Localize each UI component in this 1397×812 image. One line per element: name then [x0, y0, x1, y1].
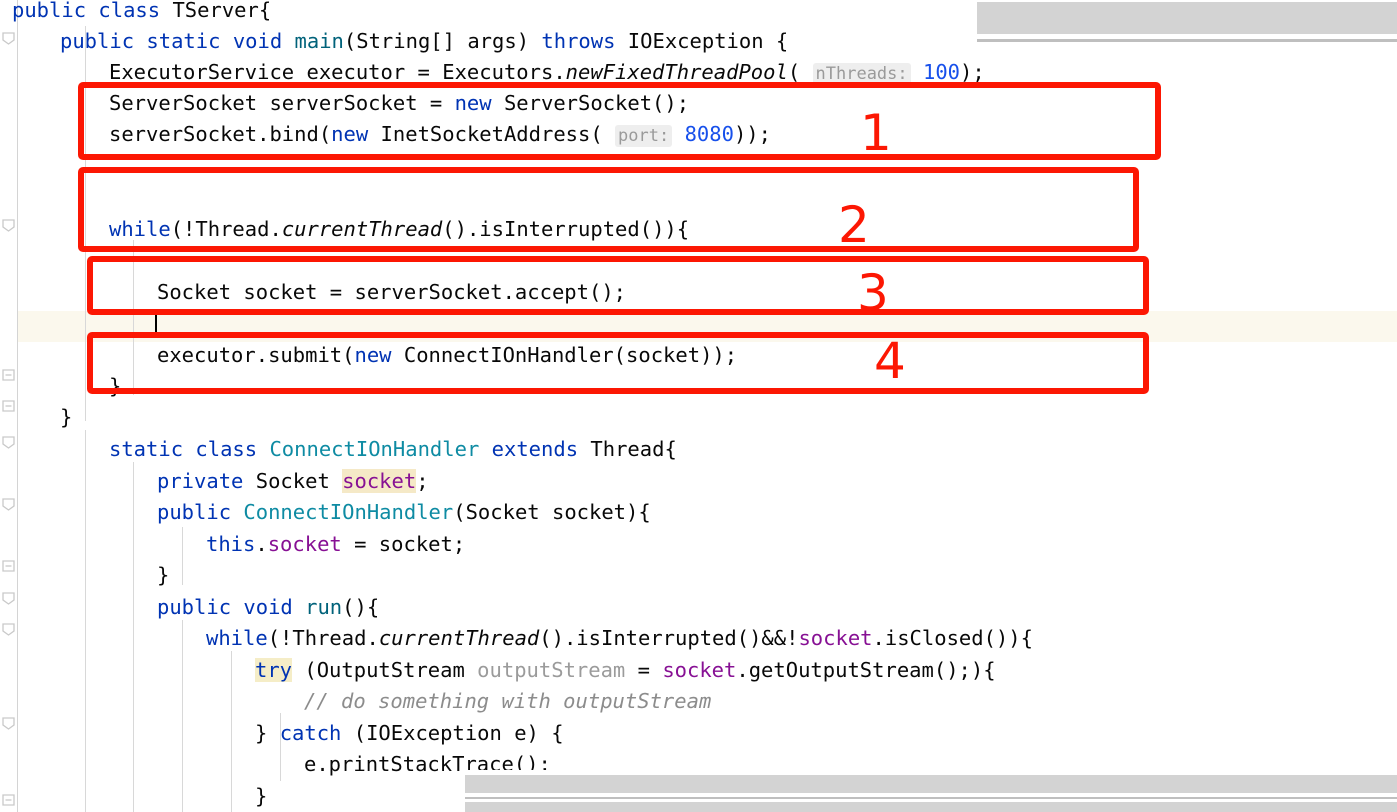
code-editor[interactable]: public class TServer{ public static void… — [0, 0, 1397, 812]
annotation-number-1: 1 — [860, 104, 892, 162]
code-line[interactable]: static class ConnectIOnHandler extends T… — [0, 434, 677, 465]
code-content[interactable]: public class TServer{ public static void… — [0, 0, 1397, 812]
code-line[interactable]: while(!Thread.currentThread().isInterrup… — [0, 214, 689, 245]
code-line[interactable]: while(!Thread.currentThread().isInterrup… — [0, 623, 1033, 654]
code-line[interactable]: ServerSocket serverSocket = new ServerSo… — [0, 88, 689, 119]
code-line[interactable]: } — [0, 402, 72, 433]
code-line[interactable]: } catch (IOException e) { — [0, 718, 564, 749]
bottom-popup-panel-second[interactable] — [465, 802, 1397, 812]
code-line[interactable]: this.socket = socket; — [0, 529, 465, 560]
code-line[interactable]: serverSocket.bind(new InetSocketAddress(… — [0, 119, 771, 150]
bottom-popup-panel[interactable] — [465, 775, 1397, 793]
code-line[interactable]: executor.submit(new ConnectIOnHandler(so… — [0, 340, 737, 371]
inlay-hint-nthreads: nThreads: — [812, 63, 911, 85]
code-line[interactable]: ExecutorService executor = Executors.new… — [0, 57, 985, 88]
top-popup-divider — [977, 39, 1397, 42]
code-line[interactable]: public class TServer{ — [0, 0, 271, 26]
inlay-hint-port: port: — [615, 125, 673, 147]
highlighted-keyword-try: try — [255, 658, 293, 682]
highlighted-identifier: socket — [342, 469, 417, 493]
annotation-number-4: 4 — [874, 332, 906, 390]
code-line[interactable]: } — [0, 781, 267, 812]
code-line[interactable]: public void run(){ — [0, 592, 379, 623]
top-popup-panel[interactable] — [977, 2, 1397, 34]
code-line[interactable]: public static void main(String[] args) t… — [0, 26, 788, 57]
code-line[interactable]: } — [0, 371, 121, 402]
annotation-number-2: 2 — [838, 196, 870, 254]
bottom-popup-divider — [465, 797, 1397, 799]
annotation-number-3: 3 — [857, 264, 889, 322]
code-line[interactable]: Socket socket = serverSocket.accept(); — [0, 277, 626, 308]
code-line[interactable]: try (OutputStream outputStream = socket.… — [0, 655, 996, 686]
code-line[interactable]: // do something with outputStream — [0, 686, 711, 717]
code-line[interactable]: public ConnectIOnHandler(Socket socket){ — [0, 497, 651, 528]
code-line[interactable]: private Socket socket; — [0, 466, 429, 497]
code-line[interactable]: } — [0, 560, 169, 591]
